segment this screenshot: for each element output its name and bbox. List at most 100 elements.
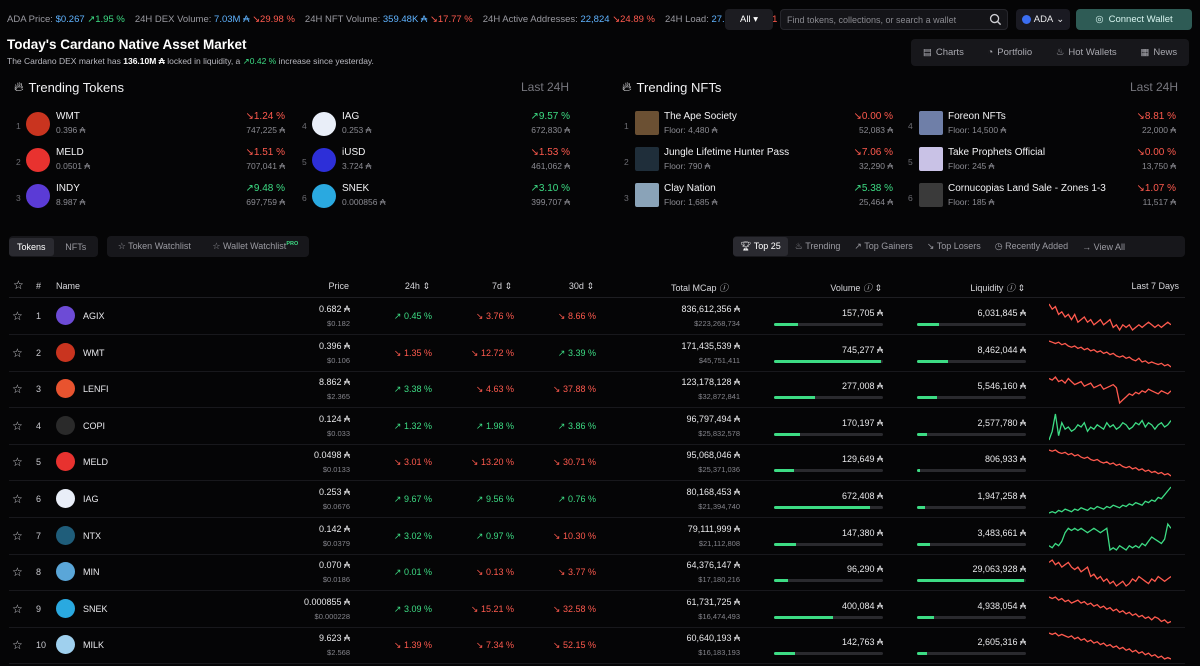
watchlist-star-icon[interactable]: ☆ [12,602,23,616]
header-star-icon[interactable]: ☆ [13,278,24,292]
table-row[interactable]: ☆ 10 MILK 9.623 ₳ $2.568 ↘ 1.39 % ↘ 7.34… [9,627,1185,665]
token-name: LENFI [83,384,109,395]
connect-wallet-button[interactable]: ◎ Connect Wallet [1076,9,1192,30]
change-7d: ↘ 12.72 % [470,347,514,358]
token-price-usd: $2.568 [327,648,350,658]
total-mcap: 79,111,999 ₳ [687,523,740,534]
change-7d: ↗ 9.56 % [475,494,514,504]
volume-value: 147,380 ₳ [841,527,883,538]
token-change: ↗9.48 % [245,183,285,194]
change-7d: ↗ 1.98 % [475,420,514,431]
col-volume[interactable]: Volume ⓘ ⇕ [830,281,882,294]
trending-nft-item[interactable]: 3 Clay Nation Floor: 1,685 ₳ ↗5.38 % 25,… [624,180,893,214]
table-row[interactable]: ☆ 7 NTX 0.142 ₳ $0.0379 ↗ 3.02 % ↗ 0.97 … [9,518,1185,555]
change-7d: ↘ 15.21 % [470,603,514,614]
rank: 10 [36,640,47,651]
change-24h: ↗ 0.45 % [393,311,432,321]
flame-icon: 🔥︎ [622,79,632,94]
col-liquidity[interactable]: Liquidity ⓘ ⇕ [970,281,1025,294]
watchlist-star-icon[interactable]: ☆ [12,346,23,360]
rank: 2 [36,347,42,358]
rank: 9 [36,603,42,614]
table-row[interactable]: ☆ 1 AGIX 0.682 ₳ $0.182 ↗ 0.45 % ↘ 3.76 … [9,298,1185,335]
asset-type-tabs: Tokens NFTs [9,236,98,257]
col-7d[interactable]: 7d ⇕ [492,281,512,292]
trending-nft-item[interactable]: 5 Take Prophets Official Floor: 245 ₳ ↘0… [908,144,1176,178]
sparkline [1049,413,1171,441]
volume-bar [774,652,883,656]
liquidity-bar [917,469,1026,473]
connect-wallet-label: Connect Wallet [1108,14,1173,25]
col-24h[interactable]: 24h ⇕ [405,281,430,292]
change-7d: ↘ 13.20 % [470,457,514,468]
trending-token-item[interactable]: 4 IAG 0.253 ₳ ↗9.57 % 672,830 ₳ [302,108,570,142]
nft-name: Take Prophets Official [948,147,1046,158]
currency-selector[interactable]: ADA ⌄ [1016,9,1070,30]
watchlist-star-icon[interactable]: ☆ [12,529,23,543]
table-row[interactable]: ☆ 6 IAG 0.253 ₳ $0.0676 ↗ 9.67 % ↗ 9.56 … [9,481,1185,518]
table-row[interactable]: ☆ 2 WMT 0.396 ₳ $0.106 ↘ 1.35 % ↘ 12.72 … [9,335,1185,372]
watchlist-star-icon[interactable]: ☆ [12,565,23,579]
tab-token-watchlist[interactable]: ☆ Token Watchlist [118,241,191,252]
table-row[interactable]: ☆ 4 COPI 0.124 ₳ $0.033 ↗ 1.32 % ↗ 1.98 … [9,408,1185,445]
star-icon: ☆ [117,241,126,251]
total-mcap: 171,435,539 ₳ [681,340,740,351]
table-row[interactable]: ☆ 8 MIN 0.070 ₳ $0.0186 ↗ 0.01 % ↘ 0.13 … [9,554,1185,592]
tab-nfts[interactable]: NFTs [54,238,99,256]
filter-top-losers[interactable]: ↘ Top Losers [920,237,988,256]
filter-recently-added[interactable]: ◷ Recently Added [988,237,1075,256]
token-name: IAG [83,494,99,504]
trending-token-item[interactable]: 2 MELD 0.0501 ₳ ↘1.51 % 707,041 ₳ [16,144,285,178]
nav-news[interactable]: ▦ News [1140,47,1177,58]
nav-charts[interactable]: ▤ Charts [923,47,964,58]
token-price-usd: $2.365 [327,392,350,402]
filter-view-all[interactable]: → View All [1075,238,1132,256]
total-mcap-usd: $25,832,578 [698,428,740,438]
pie-icon: ◔ [987,47,994,58]
nft-name: Foreon NFTs [948,111,1006,122]
trending-token-item[interactable]: 1 WMT 0.396 ₳ ↘1.24 % 747,225 ₳ [16,108,285,142]
trending-nft-item[interactable]: 1 The Ape Society Floor: 4,480 ₳ ↘0.00 %… [624,108,893,142]
change-7d: ↘ 0.13 % [475,567,514,578]
sparkline [1049,596,1171,624]
trending-token-item[interactable]: 6 SNEK 0.000856 ₳ ↗3.10 % 399,707 ₳ [302,180,570,214]
trending-token-item[interactable]: 3 INDY 8.987 ₳ ↗9.48 % 697,759 ₳ [16,180,285,214]
token-name: NTX [83,530,101,541]
col-price[interactable]: Price [328,281,349,291]
col-last-7-days: Last 7 Days [1131,281,1179,291]
search-icon[interactable] [989,13,1002,26]
filter-trending[interactable]: ♨ Trending [788,237,848,256]
filter-top-25[interactable]: 🏆︎ Top 25 [733,237,788,256]
search-input[interactable]: Find tokens, collections, or search a wa… [780,9,1008,30]
tab-tokens[interactable]: Tokens [9,237,54,256]
token-logo-icon [56,635,75,655]
watchlist-star-icon[interactable]: ☆ [12,492,23,506]
nft-name: Jungle Lifetime Hunter Pass [664,147,790,158]
filter-top-gainers[interactable]: ↗ Top Gainers [847,237,919,256]
watchlist-star-icon[interactable]: ☆ [12,309,23,323]
volume-value: 400,084 ₳ [841,600,883,611]
change-30d: ↘ 8.66 % [557,311,596,321]
trending-nft-item[interactable]: 6 Cornucopias Land Sale - Zones 1-3 Floo… [908,180,1176,214]
watchlist-star-icon[interactable]: ☆ [12,638,23,652]
star-icon: ☆ [212,241,221,251]
news-icon: ▦ [1140,47,1150,58]
col-rank: # [36,281,42,291]
nav-portfolio[interactable]: ◔ Portfolio [988,47,1033,58]
trending-nft-item[interactable]: 4 Foreon NFTs Floor: 14,500 ₳ ↘8.81 % 22… [908,108,1176,142]
col-30d[interactable]: 30d ⇕ [569,281,594,292]
nav-hot-wallets[interactable]: ♨ Hot Wallets [1056,47,1117,58]
watchlist-star-icon[interactable]: ☆ [12,382,23,396]
trending-nft-item[interactable]: 2 Jungle Lifetime Hunter Pass Floor: 790… [624,144,893,178]
tab-wallet-watchlist[interactable]: ☆ Wallet WatchlistPRO [212,241,298,252]
category-dropdown[interactable]: All ▾ [725,9,773,30]
table-row[interactable]: ☆ 9 SNEK 0.000855 ₳ $0.000228 ↗ 3.09 % ↘… [9,591,1185,628]
table-row[interactable]: ☆ 3 LENFI 8.862 ₳ $2.365 ↗ 3.38 % ↘ 4.63… [9,371,1185,409]
sparkline [1049,632,1171,661]
sparkline-chart [1049,339,1171,368]
trending-token-item[interactable]: 5 iUSD 3.724 ₳ ↘1.53 % 461,062 ₳ [302,144,570,178]
watchlist-star-icon[interactable]: ☆ [12,419,23,433]
col-total-mcap[interactable]: Total MCap ⓘ [671,281,728,294]
watchlist-star-icon[interactable]: ☆ [12,455,23,469]
table-row[interactable]: ☆ 5 MELD 0.0498 ₳ $0.0133 ↘ 3.01 % ↘ 13.… [9,444,1185,482]
